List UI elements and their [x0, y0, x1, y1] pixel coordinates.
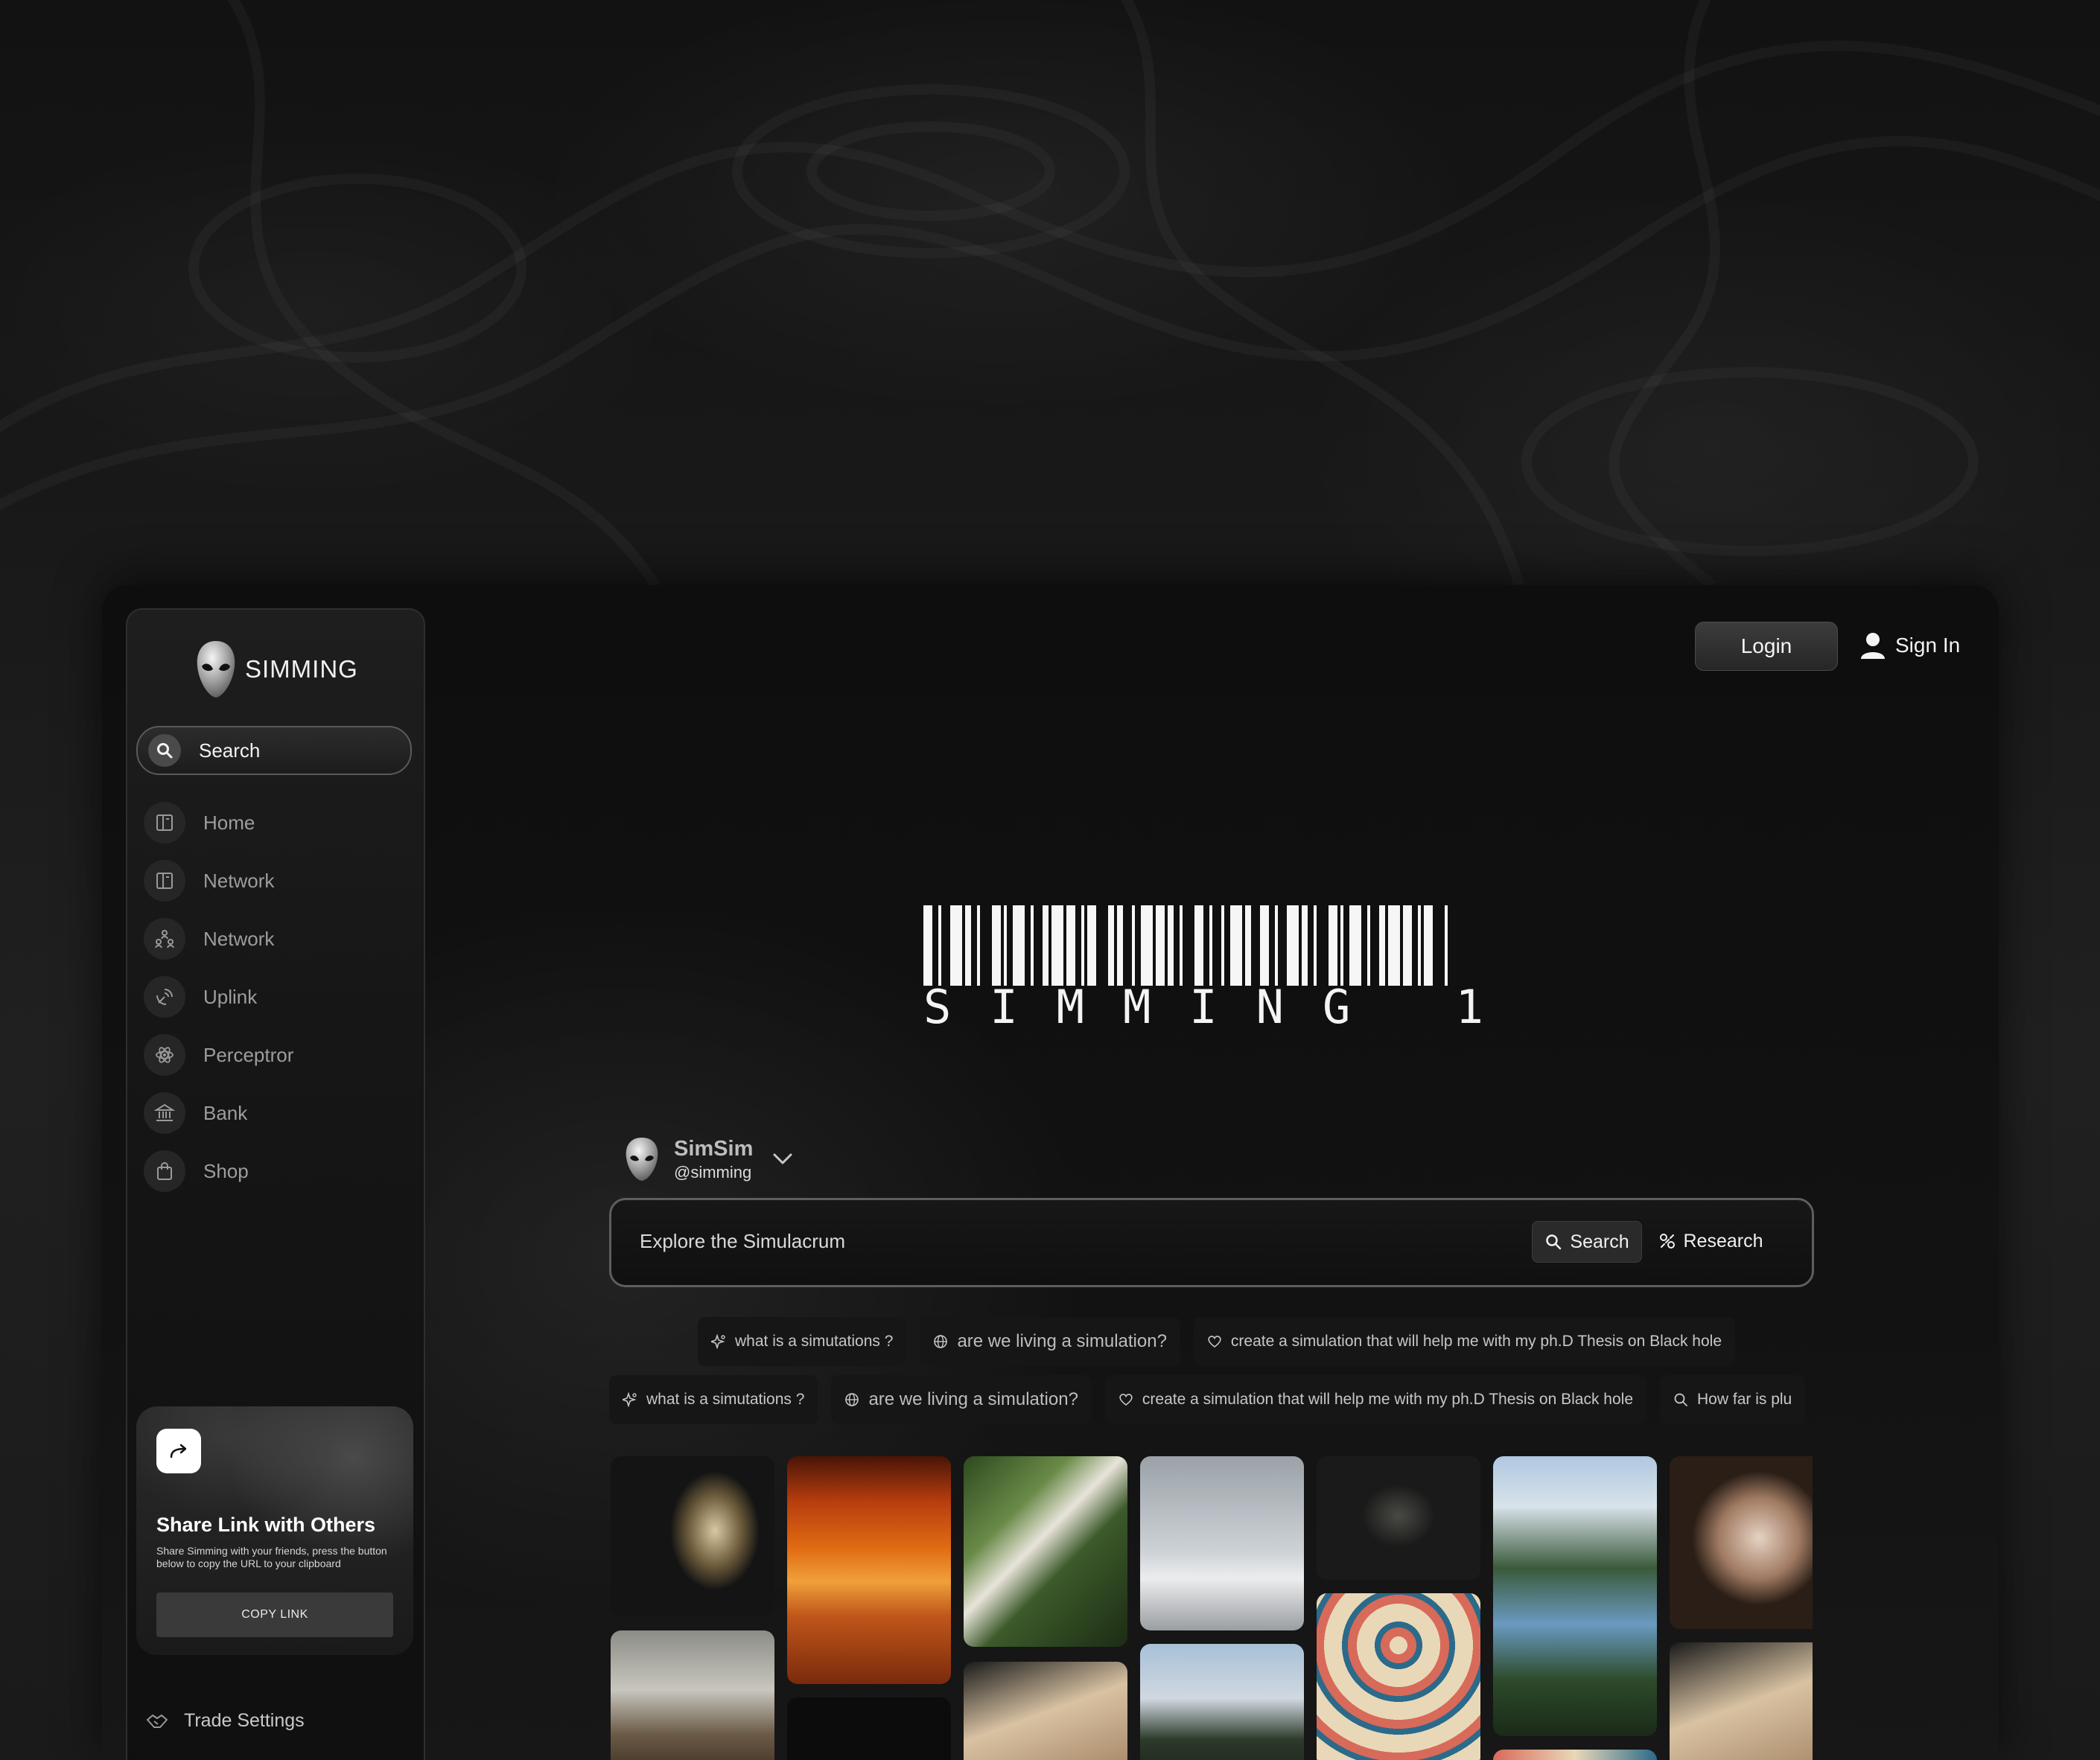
share-card: Share Link with Others Share Simming wit… [136, 1406, 413, 1655]
suggestion-chip[interactable]: what is a simutations ? [609, 1375, 818, 1424]
sidebar-search-label: Search [199, 739, 261, 762]
atom-icon [144, 1034, 185, 1076]
suggestion-label: How far is plu [1697, 1391, 1792, 1408]
trade-settings-label: Trade Settings [184, 1710, 305, 1731]
gallery-image-mountain[interactable] [1140, 1644, 1304, 1760]
heart-icon [1119, 1394, 1133, 1406]
suggestions-row-2-viewport: what is a simutations ? are we living a … [609, 1375, 1810, 1427]
gallery-image-room[interactable] [611, 1630, 774, 1760]
satellite-icon [144, 976, 185, 1018]
panel-icon [144, 860, 185, 902]
barcode-logo [923, 905, 1448, 986]
suggestion-label: create a simulation that will help me wi… [1230, 1333, 1722, 1350]
people-network-icon [144, 918, 185, 960]
suggestion-chip[interactable]: are we living a simulation? [831, 1375, 1092, 1424]
suggestions-row-1: what is a simutations ? are we living a … [698, 1317, 1749, 1366]
image-gallery [611, 1456, 1813, 1760]
sidebar-item-home[interactable]: Home [144, 802, 412, 844]
user-names: SimSim @simming [674, 1137, 753, 1182]
gallery-image-pattern[interactable] [1317, 1593, 1480, 1760]
sidebar-nav: Home Network Network Uplink Perceptror B… [144, 802, 412, 1208]
sidebar-item-network[interactable]: Network [144, 860, 412, 902]
gallery-image-desert[interactable] [787, 1456, 951, 1684]
share-arrow-icon [170, 1444, 187, 1458]
sidebar-item-label: Uplink [203, 985, 258, 1008]
sidebar-item-perceptror[interactable]: Perceptror [144, 1034, 412, 1076]
suggestion-chip[interactable]: create a simulation that will help me wi… [1104, 1375, 1647, 1424]
suggestion-label: create a simulation that will help me wi… [1142, 1391, 1634, 1408]
sidebar-item-label: Network [203, 869, 275, 892]
gallery-image-snow-road[interactable] [1140, 1456, 1304, 1630]
user-icon [1861, 633, 1885, 659]
suggestion-chip[interactable]: create a simulation that will help me wi… [1193, 1317, 1736, 1366]
sidebar-item-label: Shop [203, 1159, 249, 1182]
sparkle-icon [711, 1334, 725, 1349]
suggestion-label: are we living a simulation? [868, 1389, 1078, 1409]
app-window: SIMMING Search Home Network Network Upli… [102, 585, 1999, 1760]
sidebar-item-network-people[interactable]: Network [144, 918, 412, 960]
gallery-image-river-aerial[interactable] [964, 1456, 1127, 1647]
gallery-image-person-car[interactable] [1317, 1456, 1480, 1580]
search-icon [148, 734, 181, 767]
heart-icon [1208, 1336, 1221, 1348]
contour-background [0, 0, 2100, 585]
sign-in-button[interactable]: Sign In [1859, 628, 1960, 663]
handshake-icon [147, 1714, 168, 1728]
user-name: SimSim [674, 1136, 754, 1161]
globe-icon [845, 1393, 859, 1406]
suggestion-label: what is a simutations ? [646, 1391, 805, 1408]
share-title: Share Link with Others [156, 1514, 376, 1536]
sidebar: SIMMING Search Home Network Network Upli… [126, 608, 425, 1760]
suggestion-label: are we living a simulation? [957, 1331, 1167, 1351]
sidebar-item-uplink[interactable]: Uplink [144, 976, 412, 1018]
suggestion-label: what is a simutations ? [735, 1333, 894, 1350]
search-icon [1546, 1234, 1562, 1250]
sidebar-item-label: Home [203, 811, 255, 834]
login-button[interactable]: Login [1695, 622, 1838, 671]
sidebar-search[interactable]: Search [136, 726, 412, 775]
panel-icon [144, 802, 185, 844]
suggestions-row-2: what is a simutations ? are we living a … [609, 1375, 1810, 1424]
gallery-image-partial[interactable] [1493, 1750, 1657, 1760]
sidebar-item-trade-settings[interactable]: Trade Settings [145, 1710, 305, 1732]
copy-link-button[interactable]: COPY LINK [156, 1592, 393, 1637]
sign-in-label: Sign In [1895, 634, 1961, 657]
search-button[interactable]: Search [1532, 1221, 1642, 1263]
suggestion-chip[interactable]: what is a simutations ? [698, 1317, 907, 1366]
sidebar-item-label: Perceptror [203, 1043, 294, 1066]
search-icon [1674, 1393, 1687, 1406]
gallery-image-dark[interactable] [787, 1697, 951, 1760]
share-button[interactable] [156, 1429, 201, 1473]
shopping-bag-icon [144, 1150, 185, 1192]
suggestion-chip[interactable]: How far is plu [1660, 1375, 1806, 1424]
brand[interactable]: SIMMING [194, 640, 358, 699]
gallery-image-hands[interactable] [1670, 1456, 1813, 1629]
sidebar-item-label: Network [203, 927, 275, 950]
share-description: Share Simming with your friends, press t… [156, 1545, 387, 1569]
sidebar-item-bank[interactable]: Bank [144, 1092, 412, 1134]
main-search-input[interactable]: Explore the Simulacrum [640, 1230, 845, 1253]
chevron-down-icon [773, 1153, 792, 1164]
research-button-label: Research [1683, 1230, 1763, 1252]
alien-avatar-icon [626, 1138, 658, 1181]
gallery-image-object[interactable] [964, 1662, 1127, 1760]
main-search-box[interactable]: Explore the Simulacrum Search Research [609, 1198, 1814, 1287]
user-selector[interactable]: SimSim @simming [623, 1133, 793, 1185]
research-icon [1659, 1234, 1675, 1249]
bank-icon [144, 1092, 185, 1134]
alien-logo-icon [197, 641, 235, 698]
search-button-label: Search [1570, 1231, 1629, 1252]
sidebar-item-label: Bank [203, 1101, 248, 1124]
gallery-image-lake-forest[interactable] [1493, 1456, 1657, 1736]
sparkle-icon [623, 1392, 637, 1407]
gallery-image-object-2[interactable] [1670, 1642, 1813, 1760]
user-handle: @simming [674, 1162, 752, 1182]
brand-name: SIMMING [245, 655, 358, 683]
barcode-text: SIMMING 1 [923, 980, 1522, 1034]
gallery-image-portrait[interactable] [611, 1456, 774, 1616]
globe-icon [934, 1335, 948, 1348]
suggestion-chip[interactable]: are we living a simulation? [920, 1317, 1180, 1366]
research-button[interactable]: Research [1651, 1221, 1770, 1261]
sidebar-item-shop[interactable]: Shop [144, 1150, 412, 1192]
